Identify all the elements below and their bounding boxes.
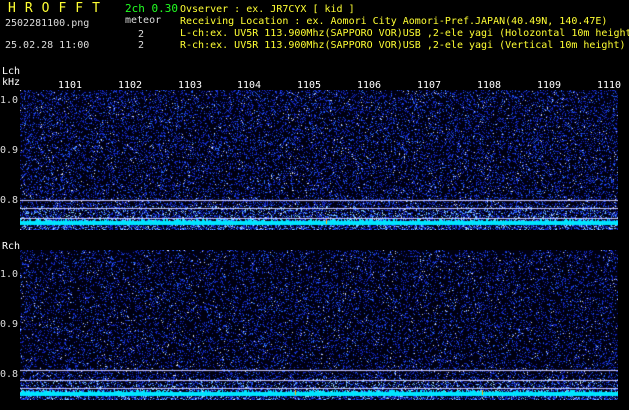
rch-info: R-ch:ex. UV5R 113.900Mhz(SAPPORO VOR)USB… [180, 40, 626, 51]
rch-label: Rch [2, 241, 21, 252]
meteor-label: meteor [125, 15, 162, 26]
filename-label: 2502281100.png [5, 18, 90, 29]
rch-ytick-3: 0.8 [0, 369, 19, 380]
location-info: Receiving Location : ex. Aomori City Aom… [180, 16, 608, 27]
lch-ytick-3: 0.8 [0, 195, 19, 206]
rch-ytick-2: 0.9 [0, 319, 19, 330]
version-label: 2ch 0.30 [125, 2, 178, 15]
lch-label: Lch [2, 66, 21, 77]
lch-ytick-2: 0.9 [0, 145, 19, 156]
lch-ytick-1: 1.0 [0, 95, 19, 106]
rch-meteor-count: 2 [138, 40, 145, 51]
rch-spectrogram [20, 250, 618, 400]
lch-spectrogram [20, 90, 618, 230]
lch-info: L-ch:ex. UV5R 113.900Mhz(SAPPORO VOR)USB… [180, 28, 629, 39]
channel-separator [20, 230, 618, 250]
lch-unit-label: kHz [2, 77, 21, 88]
app-title: HROFFT [8, 1, 109, 16]
datetime-label: 25.02.28 11:00 [5, 40, 90, 51]
rch-ytick-1: 1.0 [0, 269, 19, 280]
lch-meteor-count: 2 [138, 29, 145, 40]
observer-info: Ovserver : ex. JR7CYX [ kid ] [180, 4, 355, 15]
